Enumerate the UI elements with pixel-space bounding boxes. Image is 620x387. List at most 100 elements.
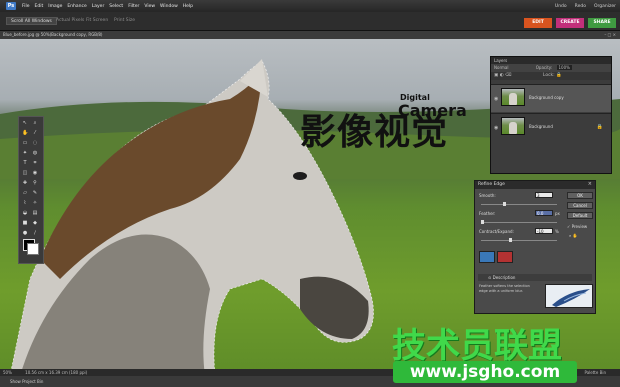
window-controls[interactable]: – □ × [604, 31, 616, 39]
menu-help[interactable]: Help [183, 4, 193, 9]
layer-name: Background copy [529, 95, 564, 100]
adjustment-layer-icon[interactable]: ◐ [500, 73, 504, 78]
edit-mode-button[interactable]: EDIT [524, 18, 552, 28]
description-text: Feather softens the selection edge with … [479, 284, 530, 293]
zoom-tool-icon[interactable]: ⌕ [32, 120, 38, 126]
blend-mode-select[interactable]: Normal [494, 65, 508, 70]
mask-view-button[interactable] [497, 251, 513, 263]
layer-thumbnail [501, 88, 525, 106]
menu-image[interactable]: Image [48, 4, 62, 9]
ok-button[interactable]: OK [567, 192, 593, 199]
straighten-tool-icon[interactable]: ∕ [32, 230, 38, 236]
menu-right-group: Undo Redo Organizer [551, 4, 620, 9]
selection-brush-tool-icon[interactable]: ◍ [32, 150, 38, 156]
toolbox-panel: ↖ ⌕ ✋ ⁄ ▭ ◌ ✦ ◍ T ⌗ ◫ ◉ ✚ ⚲ ▱ ✎ ⌇ ✧ ◒ ▤ … [18, 116, 44, 264]
menu-window[interactable]: Window [160, 4, 178, 9]
feather-preview-graphic [552, 289, 590, 307]
menu-edit[interactable]: Edit [35, 4, 44, 9]
feather-slider-thumb[interactable] [481, 220, 484, 224]
background-color-swatch[interactable] [27, 243, 39, 255]
new-layer-icon[interactable]: ▣ [494, 73, 498, 78]
contract-expand-unit: % [555, 229, 559, 234]
refine-edge-dialog: Refine Edge × Smooth: 3 Feather: 0.0 px … [474, 180, 596, 314]
magic-wand-tool-icon[interactable]: ✦ [22, 150, 28, 156]
tab-fit-screen[interactable]: Fit Screen [82, 17, 112, 25]
paint-bucket-tool-icon[interactable]: ◒ [22, 210, 28, 216]
contract-expand-input[interactable]: -10 [535, 228, 553, 234]
tab-scroll-all[interactable]: Scroll All Windows [6, 17, 57, 25]
visibility-eye-icon[interactable]: ◉ [494, 125, 498, 131]
sponge-tool-icon[interactable]: ● [22, 230, 28, 236]
recompose-tool-icon[interactable]: ◫ [22, 170, 28, 176]
palette-bin-toggle[interactable]: Palette Bin [584, 369, 606, 376]
organizer-button[interactable]: Organizer [594, 4, 616, 9]
blur-tool-icon[interactable]: ◆ [32, 220, 38, 226]
smart-brush-tool-icon[interactable]: ✧ [32, 200, 38, 206]
smooth-input[interactable]: 3 [535, 192, 553, 198]
menu-select[interactable]: Select [109, 4, 123, 9]
contract-expand-slider-thumb[interactable] [509, 238, 512, 242]
custom-overlay-view-button[interactable] [479, 251, 495, 263]
watermark-url: www.jsgho.com [393, 361, 577, 383]
zoom-view-icon[interactable]: ⌕ ✋ [569, 233, 578, 238]
opacity-label: Opacity: [535, 65, 553, 70]
create-mode-button[interactable]: CREATE [556, 18, 584, 28]
marquee-tool-icon[interactable]: ▭ [22, 140, 28, 146]
eraser-tool-icon[interactable]: ▱ [22, 190, 28, 196]
document-title-bar: Blue_before.jpg @ 50%(Background copy, R… [0, 31, 620, 39]
undo-button[interactable]: Undo [555, 4, 567, 9]
default-button[interactable]: Default [567, 212, 593, 219]
visibility-eye-icon[interactable]: ◉ [494, 96, 498, 102]
zoom-level[interactable]: 50% [3, 370, 12, 375]
redo-button[interactable]: Redo [575, 4, 586, 9]
eyedropper-tool-icon[interactable]: ⁄ [32, 130, 38, 136]
smooth-slider-thumb[interactable] [503, 202, 506, 206]
show-project-bin-button[interactable]: Show Project Bin [10, 379, 43, 384]
red-eye-tool-icon[interactable]: ◉ [32, 170, 38, 176]
layer-lock-icon: 🔒 [596, 124, 603, 130]
close-icon[interactable]: × [588, 181, 592, 187]
lasso-tool-icon[interactable]: ◌ [32, 140, 38, 146]
contract-expand-slider[interactable] [481, 240, 557, 241]
type-tool-icon[interactable]: T [22, 160, 28, 166]
layers-options: Normal Opacity: 100% [491, 64, 611, 72]
pencil-tool-icon[interactable]: ✎ [32, 190, 38, 196]
delete-layer-icon[interactable]: ⌫ [505, 73, 511, 78]
feather-slider[interactable] [481, 222, 557, 223]
app-logo: Ps [6, 2, 16, 10]
healing-brush-tool-icon[interactable]: ✚ [22, 180, 28, 186]
description-toggle-icon[interactable]: ⊙ [488, 275, 491, 280]
move-tool-icon[interactable]: ↖ [22, 120, 28, 126]
menu-view[interactable]: View [144, 4, 155, 9]
menu-filter[interactable]: Filter [128, 4, 139, 9]
description-header[interactable]: ⊙ Description [478, 274, 592, 281]
menu-bar: Ps File Edit Image Enhance Layer Select … [0, 0, 620, 12]
smooth-label: Smooth: [479, 193, 496, 198]
feather-input[interactable]: 0.0 [535, 210, 553, 216]
options-bar: Scroll All Windows Actual Pixels Fit Scr… [0, 12, 620, 31]
hand-tool-icon[interactable]: ✋ [22, 130, 28, 136]
layer-name: Background [529, 124, 553, 129]
cancel-button[interactable]: Cancel [567, 202, 593, 209]
document-title: Blue_before.jpg @ 50%(Background copy, R… [3, 32, 103, 37]
menu-layer[interactable]: Layer [92, 4, 105, 9]
brush-tool-icon[interactable]: ⌇ [22, 200, 28, 206]
menu-enhance[interactable]: Enhance [67, 4, 86, 9]
document-size: 10.56 cm x 16.39 cm (180 ppi) [25, 370, 88, 375]
gradient-tool-icon[interactable]: ▤ [32, 210, 38, 216]
share-mode-button[interactable]: SHARE [588, 18, 616, 28]
layer-row[interactable]: ◉ Background 🔒 [491, 113, 611, 141]
tab-print-size[interactable]: Print Size [110, 17, 139, 25]
shape-tool-icon[interactable]: ■ [22, 220, 28, 226]
preview-checkbox[interactable]: ✓ Preview [567, 224, 587, 229]
watermark-chinese: 影像视觉 [300, 112, 449, 153]
crop-tool-icon[interactable]: ⌗ [32, 160, 38, 166]
feather-label: Feather: [479, 211, 496, 216]
menu-file[interactable]: File [22, 4, 30, 9]
description-label: Description [492, 275, 516, 280]
clone-stamp-tool-icon[interactable]: ⚲ [32, 180, 38, 186]
layer-row[interactable]: ◉ Background copy [491, 84, 611, 112]
opacity-value[interactable]: 100% [556, 65, 572, 70]
lock-icon[interactable]: 🔒 [556, 73, 562, 78]
smooth-slider[interactable] [481, 204, 557, 205]
